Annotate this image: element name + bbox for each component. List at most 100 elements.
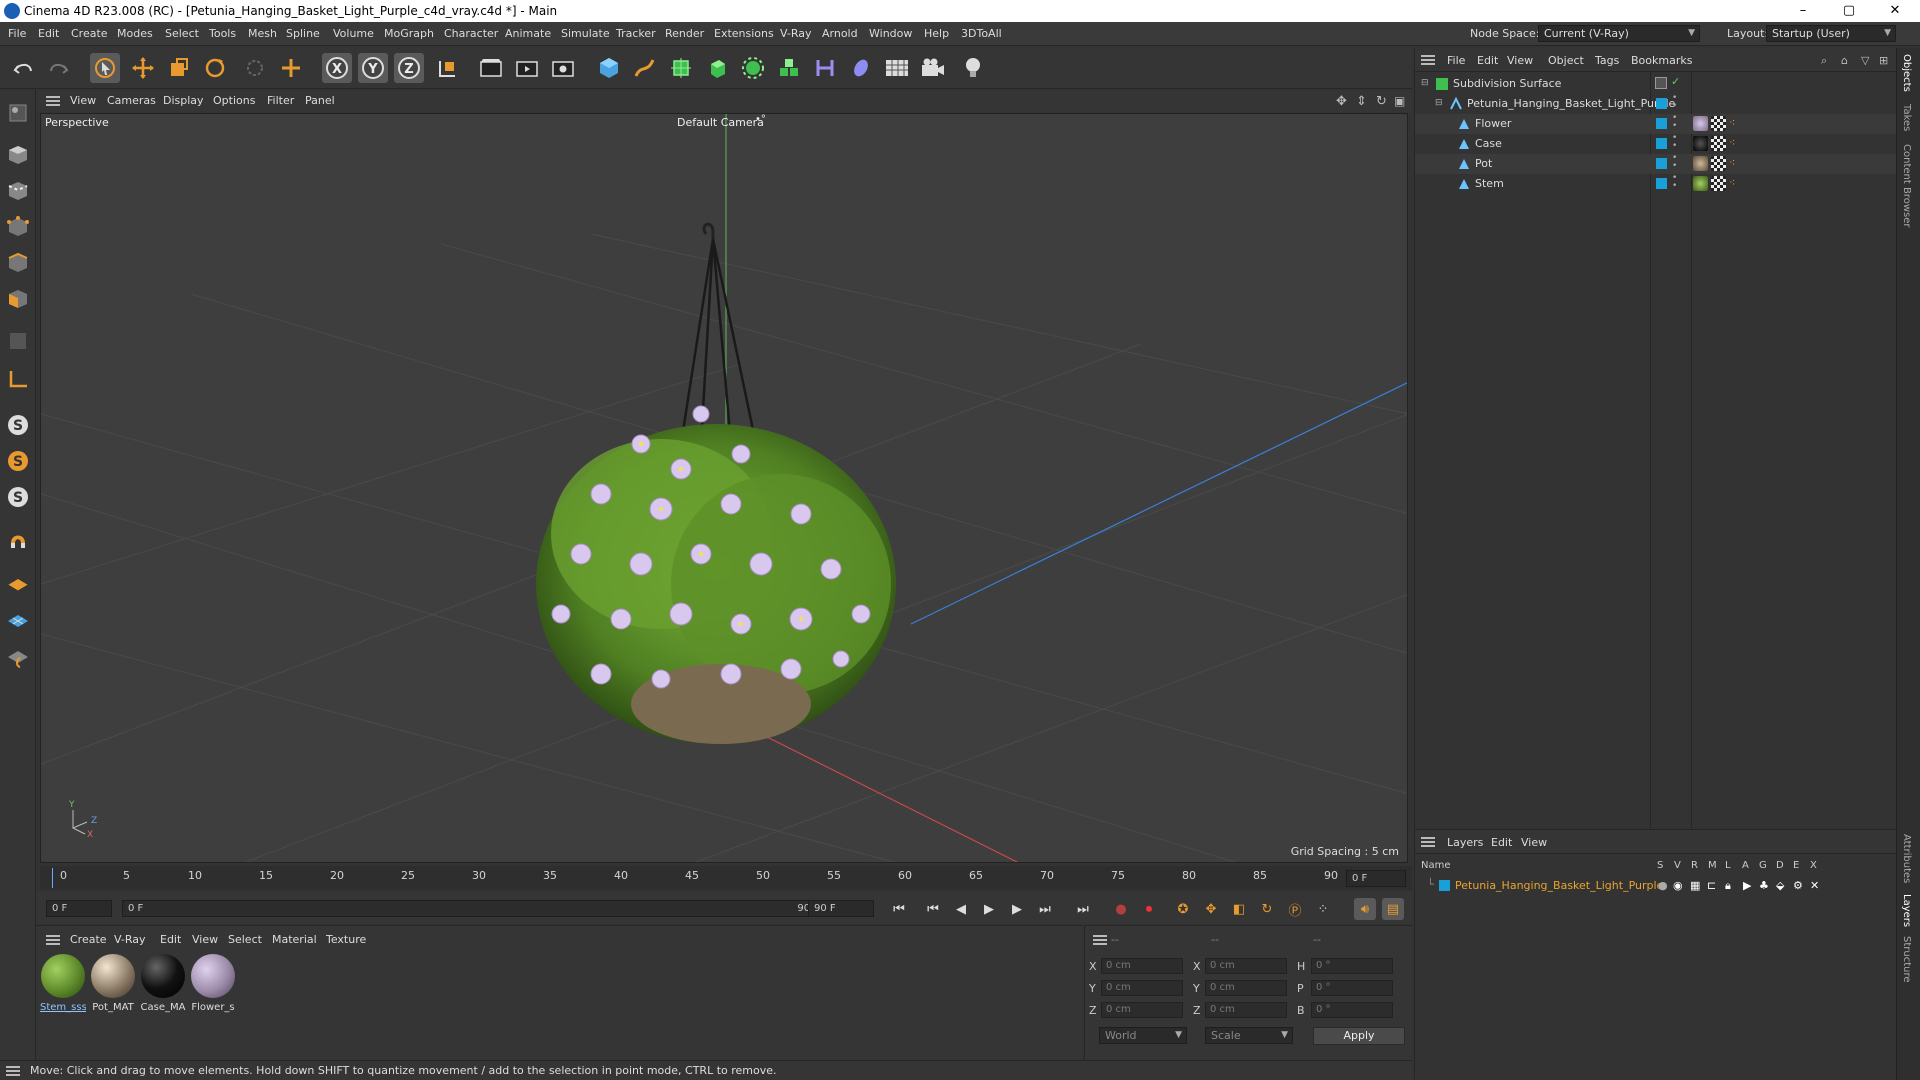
menu-simulate[interactable]: Simulate [561, 27, 610, 40]
tab-content-browser[interactable]: Content Browser [1901, 144, 1912, 227]
grid-button[interactable] [3, 606, 33, 636]
status-menu-icon[interactable] [6, 1066, 20, 1076]
play-button[interactable]: ▶ [978, 898, 1000, 920]
collapse-icon[interactable]: ⊟ [1421, 78, 1429, 88]
maximize-view-icon[interactable]: ▣ [1394, 94, 1405, 108]
solo-dot-icon[interactable]: ● [1658, 879, 1668, 892]
prev-key-button[interactable]: ⏮ [922, 898, 944, 920]
search-icon[interactable]: ⌕ [1821, 54, 1827, 68]
menu-tracker[interactable]: Tracker [616, 27, 656, 40]
key-pla-button[interactable]: ⁘ [1312, 898, 1334, 920]
manager-icon[interactable]: ⊏ [1707, 879, 1716, 892]
rot-h-field[interactable]: 0 ° [1311, 958, 1393, 974]
layer-menu-layers[interactable]: Layers [1447, 836, 1483, 849]
field-button[interactable] [846, 53, 876, 83]
lock-workplane-button[interactable] [3, 642, 33, 672]
object-menu-bookmarks[interactable]: Bookmarks [1631, 54, 1692, 67]
viewport-menu-cameras[interactable]: Cameras [107, 94, 156, 107]
model-mode-button[interactable] [3, 140, 33, 170]
deformer-button[interactable] [810, 53, 840, 83]
pos-y-field[interactable]: 0 cm [1101, 980, 1183, 996]
layer-menu-edit[interactable]: Edit [1491, 836, 1512, 849]
layer-menu-icon[interactable] [1421, 837, 1435, 847]
object-menu-object[interactable]: Object [1548, 54, 1584, 67]
tab-attributes[interactable]: Attributes [1901, 834, 1912, 883]
vray-tag-icon[interactable]: ⁖ [1729, 176, 1735, 189]
render-view-button[interactable] [512, 53, 542, 83]
menu-vray[interactable]: V-Ray [780, 27, 812, 40]
coordinates-menu-icon[interactable] [1093, 935, 1107, 945]
column-xref[interactable]: X [1810, 860, 1817, 871]
solo-off-button[interactable]: S [3, 482, 33, 512]
key-parameter-button[interactable]: Ⓟ [1284, 898, 1306, 920]
floor-button[interactable] [882, 53, 912, 83]
solo-button[interactable]: S [3, 446, 33, 476]
camera-link-icon[interactable]: •° [755, 114, 766, 125]
edit-state-icon[interactable] [1655, 77, 1667, 89]
filter-icon[interactable]: ▽ [1861, 54, 1869, 67]
column-name[interactable]: Name [1421, 860, 1451, 871]
material-menu-view[interactable]: View [192, 933, 218, 946]
zoom-view-icon[interactable]: ⇕ [1356, 94, 1367, 109]
array-button[interactable] [774, 53, 804, 83]
close-button[interactable]: ✕ [1872, 0, 1918, 22]
camera-button[interactable] [918, 53, 948, 83]
size-mode-select[interactable]: Scale ▼ [1205, 1027, 1293, 1044]
visibility-dots-icon[interactable]: • • [1672, 114, 1677, 131]
menu-edit[interactable]: Edit [38, 27, 59, 40]
axis-mode-button[interactable] [3, 364, 33, 394]
viewport-menu-filter[interactable]: Filter [267, 94, 294, 107]
goto-start-button[interactable]: ⏮ [888, 898, 910, 920]
viewport-menu-panel[interactable]: Panel [305, 94, 335, 107]
menu-render[interactable]: Render [665, 27, 704, 40]
uvw-tag-icon[interactable] [1711, 176, 1726, 191]
object-menu-icon[interactable] [1421, 55, 1435, 65]
key-scale-button[interactable]: ◧ [1228, 898, 1250, 920]
column-locked[interactable]: L [1725, 860, 1731, 871]
menu-3dtoall[interactable]: 3DToAll [961, 27, 1002, 40]
material-tag-icon[interactable] [1693, 116, 1708, 131]
redo-button[interactable] [44, 53, 74, 83]
polygon-mode-button[interactable] [3, 284, 33, 314]
live-select-button[interactable] [240, 53, 270, 83]
vray-tag-icon[interactable]: ⁖ [1729, 116, 1735, 129]
material-swatch-stem[interactable]: Stem_sss [40, 954, 86, 1013]
material-tag-icon[interactable] [1693, 176, 1708, 191]
end-frame-field[interactable]: 90 F [808, 900, 874, 917]
column-solo[interactable]: S [1657, 860, 1663, 871]
render-settings-button[interactable] [548, 53, 578, 83]
edge-mode-button[interactable] [3, 248, 33, 278]
menu-window[interactable]: Window [869, 27, 912, 40]
material-swatch-pot[interactable]: Pot_MAT [90, 954, 136, 1013]
x-axis-button[interactable]: X [322, 53, 352, 83]
menu-help[interactable]: Help [924, 27, 949, 40]
z-axis-button[interactable]: Z [394, 53, 424, 83]
playhead[interactable] [52, 868, 53, 888]
eye-icon[interactable]: ◉ [1673, 879, 1683, 892]
next-frame-button[interactable]: ▶ [1006, 898, 1028, 920]
cloner-button[interactable] [738, 53, 768, 83]
render-clapper-icon[interactable]: ▦ [1690, 879, 1700, 892]
plane-button[interactable] [3, 570, 33, 600]
rotate-view-icon[interactable]: ↻ [1376, 94, 1387, 109]
snap-button[interactable]: S [3, 410, 33, 440]
vray-tag-icon[interactable]: ⁖ [1729, 156, 1735, 169]
layer-row[interactable]: └ Petunia_Hanging_Basket_Light_Purple ● … [1415, 876, 1897, 896]
timeline-window-button[interactable]: ▤ [1382, 898, 1404, 920]
column-expressions[interactable]: E [1793, 860, 1799, 871]
material-swatch-flower[interactable]: Flower_s [190, 954, 236, 1013]
viewport-menu-view[interactable]: View [70, 94, 96, 107]
tab-takes[interactable]: Takes [1901, 104, 1912, 131]
viewport-menu-icon[interactable] [46, 96, 60, 106]
column-render[interactable]: R [1691, 860, 1698, 871]
coordinate-system-button[interactable] [432, 53, 462, 83]
menu-file[interactable]: File [8, 27, 26, 40]
render-region-button[interactable] [476, 53, 506, 83]
menu-mesh[interactable]: Mesh [248, 27, 277, 40]
texture-mode-button[interactable] [3, 176, 33, 206]
object-row-petunia-null[interactable]: ⊟ Petunia_Hanging_Basket_Light_Purple • • [1415, 94, 1897, 114]
rotate-tool-button[interactable] [200, 53, 230, 83]
material-tag-icon[interactable] [1693, 156, 1708, 171]
goto-end-button[interactable]: ⏭ [1072, 898, 1094, 920]
pen-button[interactable] [630, 53, 660, 83]
